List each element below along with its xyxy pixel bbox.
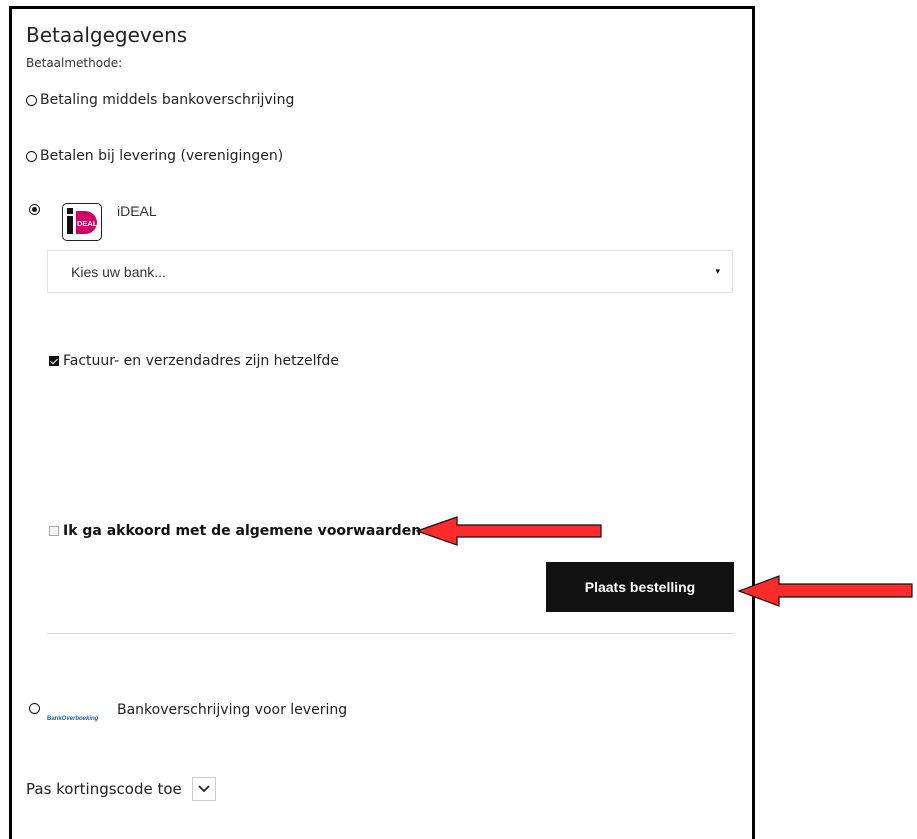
checkout-panel: Betaalgegevens Betaalmethode: Betaling m… <box>9 6 755 839</box>
payment-method-label: Betaalmethode: <box>26 56 123 70</box>
chevron-down-icon[interactable] <box>191 777 216 801</box>
terms-row[interactable]: Ik ga akkoord met de algemene voorwaarde… <box>49 523 421 539</box>
bank-transfer-before-delivery-label: Bankoverschrijving voor levering <box>117 702 348 718</box>
svg-text:DEAL: DEAL <box>77 219 98 228</box>
ideal-label: iDEAL <box>117 203 157 219</box>
divider <box>47 633 735 634</box>
payment-option-label: Betaling middels bankoverschrijving <box>40 92 295 108</box>
payment-option-bank-transfer[interactable]: Betaling middels bankoverschrijving <box>26 92 294 108</box>
bank-select-value: Kies uw bank... <box>71 264 166 280</box>
discount-code-label: Pas kortingscode toe <box>26 780 182 798</box>
radio-button-selected[interactable] <box>29 204 40 215</box>
bank-logo-text-part: Overboeking <box>61 716 99 722</box>
terms-checkbox[interactable] <box>49 526 59 536</box>
terms-label: Ik ga akkoord met de algemene voorwaarde… <box>63 523 422 539</box>
discount-code-row: Pas kortingscode toe <box>26 777 216 801</box>
radio-button[interactable] <box>26 94 37 106</box>
ideal-logo-icon: DEAL <box>62 203 102 241</box>
radio-button[interactable] <box>29 703 40 714</box>
same-address-row[interactable]: Factuur- en verzendadres zijn hetzelfde <box>49 353 339 369</box>
payment-option-label: Betalen bij levering (verenigingen) <box>40 148 284 164</box>
bank-overboeking-logo-icon: BankOverboeking <box>47 705 117 722</box>
payment-heading: Betaalgegevens <box>26 23 188 47</box>
caret-down-icon: ▾ <box>715 266 720 276</box>
annotation-arrow-terms-icon <box>415 516 602 546</box>
payment-option-bank-transfer-before-delivery[interactable] <box>29 703 43 714</box>
same-address-label: Factuur- en verzendadres zijn hetzelfde <box>63 353 339 369</box>
radio-button[interactable] <box>26 150 37 162</box>
payment-option-ideal[interactable] <box>29 204 43 215</box>
bank-logo-text-part: Bank <box>47 716 62 722</box>
annotation-arrow-order-icon <box>737 575 913 607</box>
payment-option-cash-on-delivery[interactable]: Betalen bij levering (verenigingen) <box>26 148 283 164</box>
same-address-checkbox[interactable] <box>49 356 59 366</box>
place-order-button[interactable]: Plaats bestelling <box>546 562 734 612</box>
bank-select[interactable]: Kies uw bank... ▾ <box>47 250 733 293</box>
